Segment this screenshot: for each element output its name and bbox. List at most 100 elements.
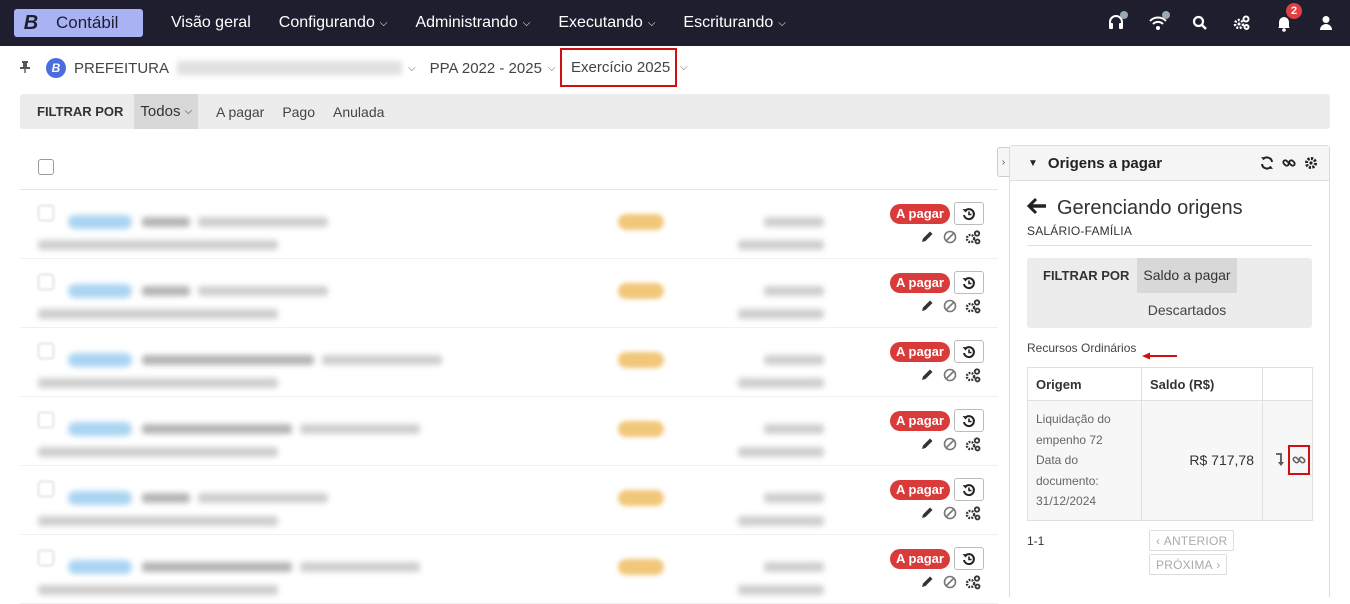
- org-name[interactable]: PREFEITURA: [74, 60, 169, 77]
- pencil-icon[interactable]: [918, 298, 936, 314]
- row-checkbox[interactable]: [38, 550, 54, 566]
- status-badge[interactable]: A pagar: [890, 549, 950, 569]
- actions-cell: [1262, 400, 1313, 521]
- recursos-label: Recursos Ordinários: [1027, 341, 1137, 355]
- table-row[interactable]: A pagar: [20, 535, 998, 604]
- col-saldo[interactable]: Saldo (R$): [1141, 367, 1263, 401]
- ban-icon[interactable]: [941, 229, 959, 245]
- user-icon[interactable]: [1316, 13, 1336, 33]
- row-actions: [918, 505, 987, 521]
- row-actions: [918, 298, 987, 314]
- table-row[interactable]: A pagar: [20, 328, 998, 397]
- history-button[interactable]: [954, 409, 984, 432]
- gears-icon[interactable]: [964, 574, 982, 590]
- table-row[interactable]: A pagar: [20, 259, 998, 328]
- bell-icon[interactable]: 2: [1274, 3, 1302, 33]
- chevron-down-icon[interactable]: ⌵: [680, 62, 688, 73]
- pager-prev-button[interactable]: ‹ ANTERIOR: [1149, 530, 1235, 551]
- gears-icon[interactable]: [964, 367, 982, 383]
- row-amount-redacted: [764, 217, 824, 227]
- history-icon: [962, 414, 975, 427]
- split-icon[interactable]: [1273, 453, 1285, 467]
- exercicio-selector[interactable]: Exercício 2025: [560, 48, 677, 87]
- table-row[interactable]: A pagar: [20, 466, 998, 535]
- history-button[interactable]: [954, 340, 984, 363]
- back-arrow-icon[interactable]: [1026, 197, 1047, 220]
- ban-icon[interactable]: [941, 367, 959, 383]
- filter-pago[interactable]: Pago: [282, 104, 315, 120]
- refresh-icon[interactable]: [1259, 155, 1275, 171]
- history-button[interactable]: [954, 271, 984, 294]
- pencil-icon[interactable]: [918, 505, 936, 521]
- headset-icon[interactable]: [1106, 11, 1128, 33]
- col-actions: [1262, 367, 1313, 401]
- select-all-checkbox[interactable]: [38, 159, 54, 175]
- row-code-redacted: [198, 286, 328, 296]
- history-button[interactable]: [954, 478, 984, 501]
- menu-escriturando[interactable]: Escriturando ⌵: [683, 14, 785, 32]
- row-checkbox[interactable]: [38, 412, 54, 428]
- filter-descartados[interactable]: Descartados: [1137, 293, 1237, 328]
- table-row[interactable]: A pagar: [20, 397, 998, 466]
- wifi-icon[interactable]: [1148, 11, 1170, 33]
- pencil-icon[interactable]: [918, 367, 936, 383]
- menu-configurando[interactable]: Configurando ⌵: [279, 14, 388, 32]
- brand-logo[interactable]: B Contábil: [14, 9, 143, 37]
- panel-header[interactable]: ▼ Origens a pagar: [1010, 146, 1329, 181]
- filter-todos-dropdown[interactable]: Todos ⌵: [134, 94, 199, 129]
- menu-executando[interactable]: Executando ⌵: [558, 14, 655, 32]
- status-badge[interactable]: A pagar: [890, 342, 950, 362]
- ban-icon[interactable]: [941, 574, 959, 590]
- menu-visao-geral[interactable]: Visão geral: [171, 14, 251, 32]
- history-icon: [962, 483, 975, 496]
- status-badge[interactable]: A pagar: [890, 411, 950, 431]
- history-button[interactable]: [954, 202, 984, 225]
- search-icon[interactable]: [1190, 13, 1210, 33]
- row-checkbox[interactable]: [38, 481, 54, 497]
- pager-next-button[interactable]: PRÓXIMA ›: [1149, 554, 1228, 575]
- filter-anulada[interactable]: Anulada: [333, 104, 384, 120]
- link-icon[interactable]: [1281, 155, 1297, 171]
- gears-icon[interactable]: [964, 436, 982, 452]
- col-origem[interactable]: Origem: [1027, 367, 1142, 401]
- gears-icon[interactable]: [1232, 13, 1252, 33]
- brand-letter: B: [23, 12, 39, 34]
- collapse-panel-handle[interactable]: ›: [997, 147, 1009, 177]
- row-date-redacted: [738, 447, 824, 457]
- panel-filter: FILTRAR POR Saldo a pagar Descartados: [1027, 258, 1312, 328]
- status-badge[interactable]: A pagar: [890, 204, 950, 224]
- caret-down-icon[interactable]: ▼: [1028, 158, 1038, 169]
- pencil-icon[interactable]: [918, 229, 936, 245]
- row-amount-redacted: [764, 493, 824, 503]
- gears-icon[interactable]: [964, 505, 982, 521]
- breadcrumb: B PREFEITURA ⌵ PPA 2022 - 2025 ⌵ Exercíc…: [0, 46, 1350, 90]
- history-icon: [962, 207, 975, 220]
- ban-icon[interactable]: [941, 298, 959, 314]
- status-badge[interactable]: A pagar: [890, 480, 950, 500]
- ban-icon[interactable]: [941, 436, 959, 452]
- chevron-down-icon[interactable]: ⌵: [548, 63, 556, 74]
- status-badge[interactable]: A pagar: [890, 273, 950, 293]
- row-checkbox[interactable]: [38, 343, 54, 359]
- link-origin-icon[interactable]: [1288, 445, 1310, 475]
- gears-icon[interactable]: [964, 229, 982, 245]
- pin-icon[interactable]: [20, 60, 32, 76]
- list-header: [20, 145, 998, 190]
- pencil-icon[interactable]: [918, 574, 936, 590]
- gears-icon[interactable]: [964, 298, 982, 314]
- chevron-down-icon[interactable]: ⌵: [408, 63, 416, 74]
- row-checkbox[interactable]: [38, 205, 54, 221]
- menu-administrando[interactable]: Administrando ⌵: [415, 14, 530, 32]
- table-row[interactable]: A pagar: [20, 190, 998, 259]
- brand-name: Contábil: [56, 13, 119, 32]
- history-button[interactable]: [954, 547, 984, 570]
- row-code-redacted: [300, 562, 420, 572]
- row-checkbox[interactable]: [38, 274, 54, 290]
- chevron-right-icon: ›: [1212, 557, 1221, 572]
- ppa-selector[interactable]: PPA 2022 - 2025: [430, 60, 542, 77]
- pencil-icon[interactable]: [918, 436, 936, 452]
- ban-icon[interactable]: [941, 505, 959, 521]
- gear-icon[interactable]: [1303, 155, 1319, 171]
- filter-a-pagar[interactable]: A pagar: [216, 104, 264, 120]
- filter-saldo-a-pagar[interactable]: Saldo a pagar: [1137, 258, 1237, 293]
